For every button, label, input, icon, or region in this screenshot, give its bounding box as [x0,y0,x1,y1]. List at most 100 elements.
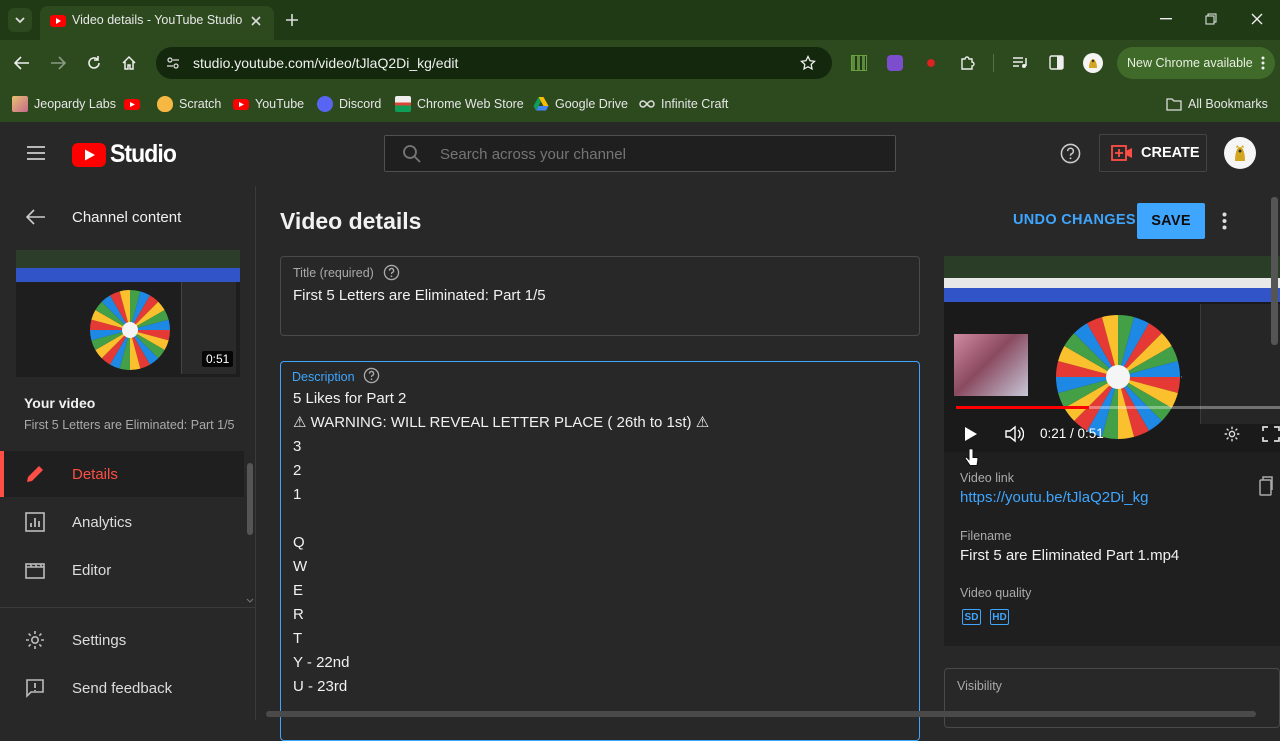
minimize-icon[interactable] [1160,18,1172,20]
title-field[interactable]: Title (required) First 5 Letters are Eli… [280,256,920,336]
reload-icon[interactable] [86,55,102,71]
fullscreen-icon[interactable] [1262,426,1280,442]
video-thumbnail[interactable]: 0:51 [16,250,240,377]
description-line[interactable]: Q [293,531,305,555]
close-tab-icon[interactable] [250,15,262,27]
bookmark-discord[interactable]: Discord [317,93,381,115]
description-line[interactable]: T [293,627,302,651]
horizontal-scrollbar[interactable] [266,711,1256,717]
video-link[interactable]: https://youtu.be/tJlaQ2Di_kg [960,489,1148,506]
restore-icon[interactable] [1205,13,1217,25]
profile-avatar-small[interactable] [1083,53,1103,73]
undo-changes-button[interactable]: UNDO CHANGES [1013,212,1136,228]
bookmark-google-drive[interactable]: Google Drive [533,93,628,115]
visibility-card[interactable]: Visibility [944,668,1280,728]
create-button[interactable]: CREATE [1099,134,1207,172]
bookmark-label: Jeopardy Labs [34,97,117,111]
bookmark-youtube-icon-only[interactable] [124,93,146,115]
your-video-label: Your video [24,395,96,411]
thumb-duration-badge: 0:51 [202,351,234,367]
spinning-wheel-image [90,290,170,370]
more-options-icon[interactable] [1222,212,1227,230]
copy-icon[interactable] [1259,476,1273,496]
youtube-icon [233,99,249,110]
extensions-puzzle-icon[interactable] [959,55,975,71]
player-progress-played [956,406,1089,409]
side-panel-icon[interactable] [1049,55,1064,70]
create-video-icon [1111,145,1132,161]
thumb-bookmarks-bar [16,268,240,282]
search-input[interactable] [440,142,880,166]
home-icon[interactable] [121,55,137,71]
save-button[interactable]: SAVE [1137,203,1205,239]
all-bookmarks-label: All Bookmarks [1188,97,1268,111]
active-tab[interactable]: Video details - YouTube Studio [40,6,274,40]
media-control-icon[interactable] [1012,56,1028,70]
sidebar-item-editor[interactable]: Editor [0,547,244,593]
discord-icon [317,96,333,112]
address-bar[interactable]: studio.youtube.com/video/tJlaQ2Di_kg/edi… [156,47,832,79]
sidebar-item-label: Editor [72,561,112,579]
clapperboard-icon [25,563,45,579]
bookmark-infinite-craft[interactable]: Infinite Craft [639,93,728,115]
play-icon[interactable] [964,426,978,442]
player-bookmarks-bar [944,278,1280,288]
back-icon[interactable] [14,56,30,70]
channel-content-back[interactable]: Channel content [0,198,244,238]
new-tab-icon[interactable] [285,13,299,27]
description-line[interactable]: 2 [293,459,301,483]
bookmark-chrome-web-store[interactable]: Chrome Web Store [395,93,524,115]
sidebar-scroll-down-icon[interactable] [246,598,254,604]
bookmark-jeopardy[interactable]: Jeopardy Labs [12,93,116,115]
create-label: CREATE [1141,145,1200,161]
description-line[interactable]: 1 [293,483,301,507]
all-bookmarks[interactable]: All Bookmarks [1166,93,1268,115]
site-info-icon[interactable] [166,56,180,70]
volume-icon[interactable] [1004,425,1024,443]
mouse-cursor-icon [964,448,979,466]
description-line[interactable]: 3 [293,435,301,459]
extension-purple-icon[interactable] [887,55,903,71]
extension-red-icon[interactable] [923,55,939,71]
jeopardy-icon [12,96,28,112]
description-line[interactable]: E [293,579,303,603]
player-time: 0:21 / 0:51 [1040,426,1104,441]
youtube-icon [124,99,140,110]
main-scrollbar[interactable] [1271,197,1278,345]
description-line[interactable]: U - 23rd [293,675,347,699]
help-icon[interactable] [363,367,380,384]
new-chrome-available-button[interactable]: New Chrome available [1117,47,1275,79]
help-icon[interactable] [1060,143,1081,164]
sidebar-scrollbar[interactable] [247,463,253,535]
quality-badge-sd: SD [962,609,981,625]
studio-logo[interactable]: Studio [72,140,182,169]
spinning-wheel-image [1056,315,1182,439]
studio-logo-text: Studio [110,140,177,168]
close-window-icon[interactable] [1251,13,1263,25]
player-settings-icon[interactable] [1223,425,1241,443]
description-line[interactable]: ⚠ WARNING: WILL REVEAL LETTER PLACE ( 26… [293,411,709,435]
description-line[interactable]: W [293,555,307,579]
bookmark-scratch[interactable]: Scratch [157,93,221,115]
sidebar-item-analytics[interactable]: Analytics [0,499,244,545]
bookmark-star-icon[interactable] [800,55,816,71]
feedback-icon [26,679,44,698]
quality-badge-hd: HD [990,609,1009,625]
sidebar-item-details[interactable]: Details [0,451,244,497]
sidebar-item-feedback[interactable]: Send feedback [0,665,244,711]
help-icon[interactable] [383,264,400,281]
description-line[interactable]: 5 Likes for Part 2 [293,387,406,411]
sidebar-item-settings[interactable]: Settings [0,617,244,663]
pencil-icon [27,466,43,482]
hamburger-menu-icon[interactable] [26,145,46,161]
channel-search-field[interactable] [384,135,896,172]
video-player[interactable]: 0:21 / 0:51 [944,256,1280,452]
extension-calendar-icon[interactable] [851,55,867,71]
account-avatar[interactable] [1224,137,1256,169]
forward-icon[interactable] [50,56,66,70]
description-line[interactable]: R [293,603,304,627]
bookmark-youtube[interactable]: YouTube [233,93,304,115]
title-input-value[interactable]: First 5 Letters are Eliminated: Part 1/5 [293,287,546,304]
description-line[interactable]: Y - 22nd [293,651,349,675]
tab-list-button[interactable] [8,8,32,32]
